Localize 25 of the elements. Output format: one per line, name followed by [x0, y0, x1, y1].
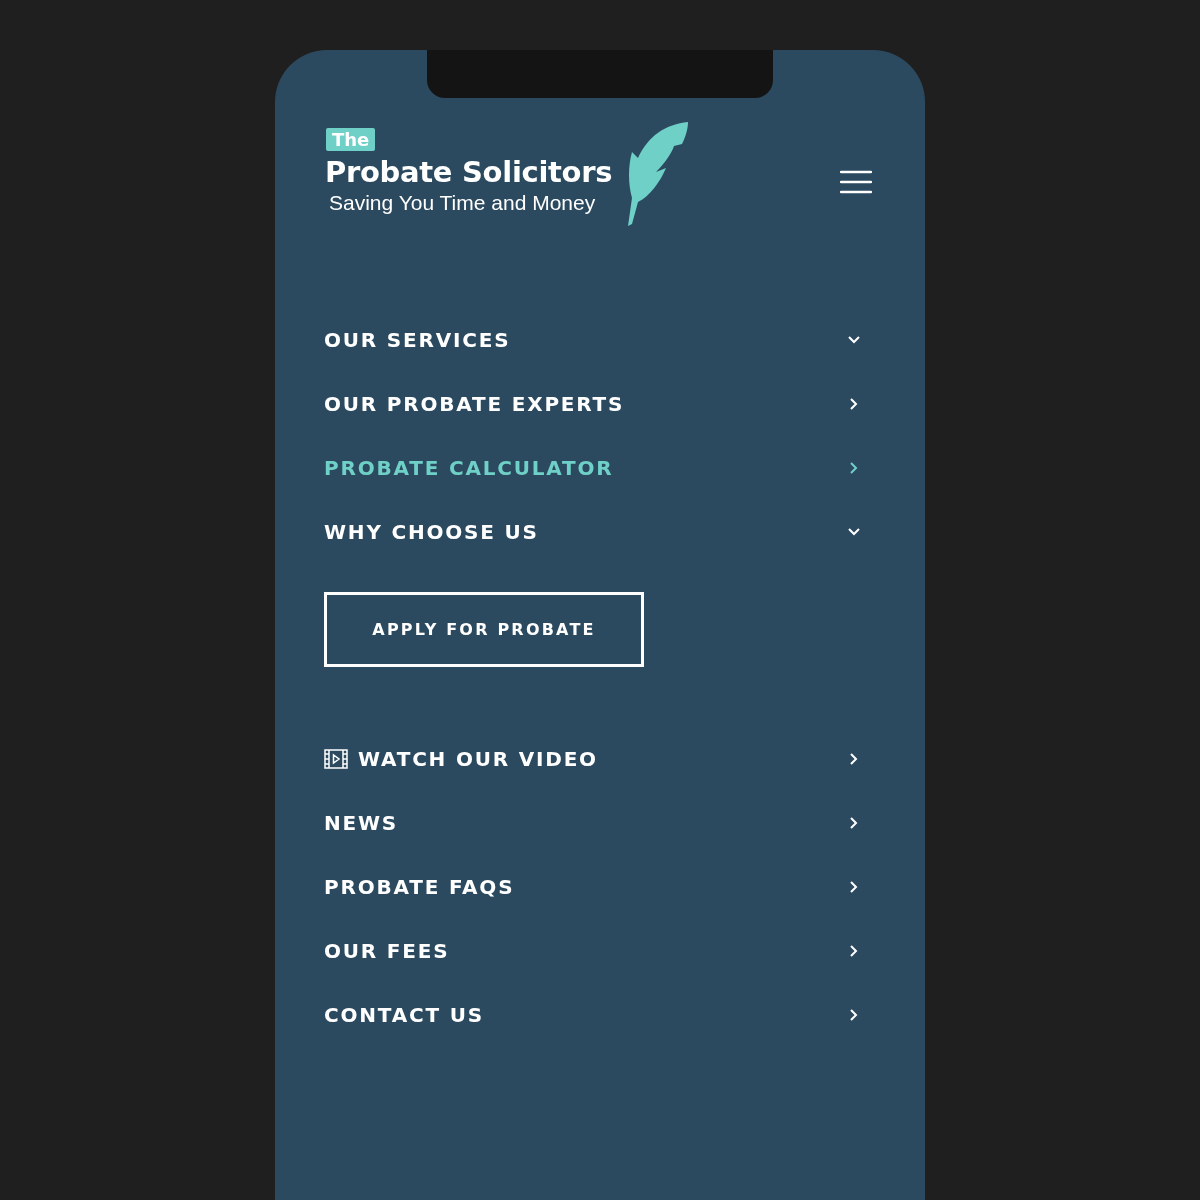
menu-item[interactable]: PROBATE FAQS [324, 855, 865, 919]
chevron-right-icon [850, 817, 858, 829]
chevron-right-icon [850, 881, 858, 893]
menu-item[interactable]: OUR SERVICES [324, 308, 865, 372]
chevron-right-icon [850, 753, 858, 765]
menu-item[interactable]: OUR PROBATE EXPERTS [324, 372, 865, 436]
logo-badge: The [326, 128, 376, 151]
menu-item[interactable]: CONTACT US [324, 983, 865, 1047]
menu-icon[interactable] [840, 170, 872, 194]
chevron-right-icon [850, 945, 858, 957]
chevron-down-icon [848, 528, 860, 536]
apply-button[interactable]: APPLY FOR PROBATE [324, 592, 644, 667]
menu-item[interactable]: NEWS [324, 791, 865, 855]
menu-item[interactable]: WATCH OUR VIDEO [324, 727, 865, 791]
logo-tagline: Saving You Time and Money [329, 191, 596, 215]
chevron-right-icon [850, 462, 858, 474]
menu-item[interactable]: WHY CHOOSE US [324, 500, 865, 564]
logo-title: Probate Solicitors [325, 155, 613, 189]
chevron-right-icon [850, 1009, 858, 1021]
chevron-right-icon [850, 398, 858, 410]
film-icon [324, 749, 348, 769]
feather-icon [626, 122, 691, 226]
menu-item[interactable]: OUR FEES [324, 919, 865, 983]
menu-item[interactable]: PROBATE CALCULATOR [324, 436, 865, 500]
chevron-down-icon [848, 336, 860, 344]
